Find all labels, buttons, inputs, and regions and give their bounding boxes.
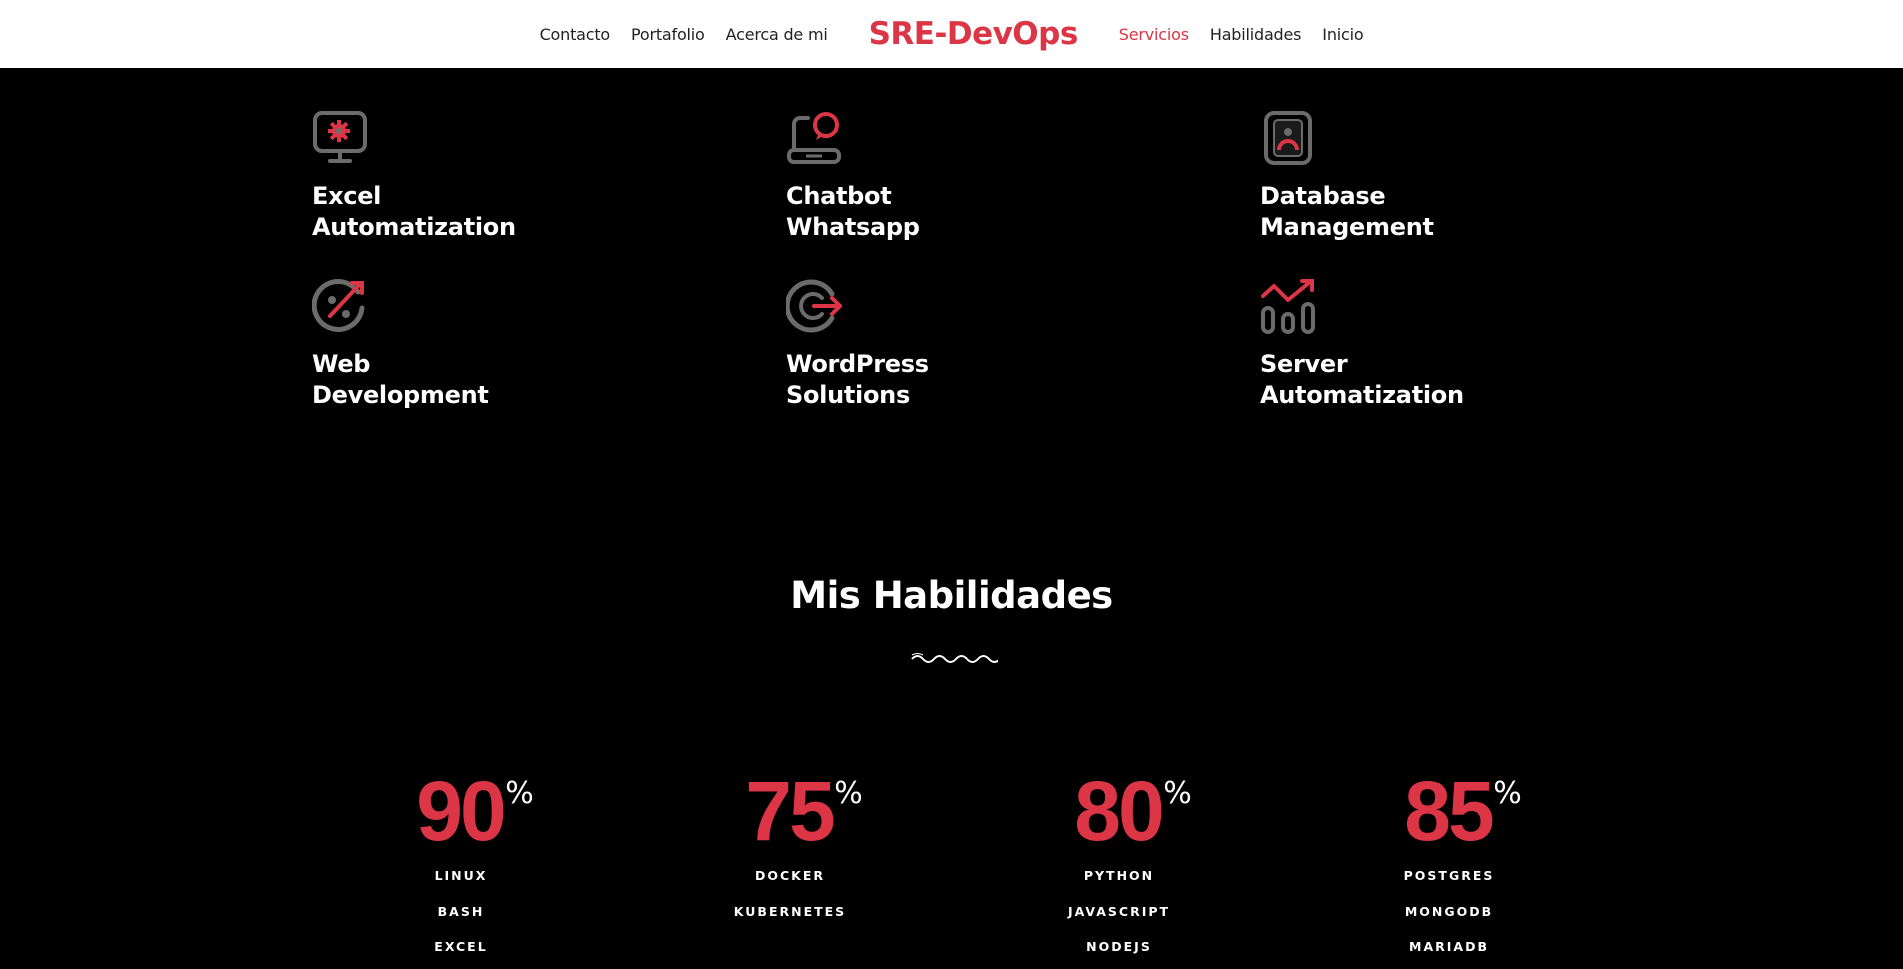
- nav-link-servicios[interactable]: Servicios: [1119, 25, 1189, 44]
- nav-right-group: Servicios Habilidades Inicio: [1119, 25, 1364, 44]
- percent-sign: %: [505, 776, 534, 811]
- user-badge-icon: [1264, 111, 1312, 165]
- skill-item: LINUX: [434, 868, 488, 883]
- percent-sign: %: [1493, 776, 1522, 811]
- skill-column-3: 80 % PYTHON JAVASCRIPT NODEJS: [1018, 768, 1218, 965]
- service-chatbot: Chatbot Whatsapp: [786, 110, 1086, 243]
- skill-item: NODEJS: [1086, 939, 1152, 954]
- service-wordpress: WordPress Solutions: [786, 278, 1086, 411]
- skill-percentage: 80 %: [1074, 768, 1191, 854]
- skill-item: MARIADB: [1409, 939, 1489, 954]
- nav-link-habilidades[interactable]: Habilidades: [1210, 25, 1302, 44]
- skill-percentage-value: 90: [416, 764, 506, 858]
- navbar: Contacto Portafolio Acerca de mi SRE-Dev…: [0, 0, 1903, 68]
- service-title: Web Development: [312, 350, 489, 409]
- skill-item: MONGODB: [1404, 903, 1494, 919]
- service-title: Database Management: [1260, 182, 1434, 241]
- monitor-gear-icon: [313, 111, 367, 163]
- service-server: Server Automatization: [1260, 278, 1560, 411]
- chart-growth-icon: [1261, 279, 1315, 334]
- skill-percentage: 75 %: [745, 768, 862, 854]
- nav-link-portafolio[interactable]: Portafolio: [631, 25, 705, 44]
- percent-badge-icon: [312, 278, 365, 332]
- service-title: Chatbot Whatsapp: [786, 182, 920, 241]
- percent-sign: %: [834, 776, 863, 811]
- wave-divider-icon: [911, 653, 998, 663]
- skill-item: BASH: [437, 903, 485, 919]
- skill-item: PYTHON: [1083, 868, 1155, 883]
- skill-item: DOCKER: [754, 868, 826, 883]
- skill-percentage-value: 80: [1074, 764, 1164, 858]
- skill-item: JAVASCRIPT: [1067, 903, 1171, 919]
- skill-item: POSTGRES: [1403, 868, 1495, 883]
- laptop-chat-icon: [787, 112, 841, 164]
- skill-percentage: 85 %: [1404, 768, 1521, 854]
- service-title: Excel Automatization: [312, 182, 516, 241]
- skill-item: EXCEL: [434, 939, 488, 954]
- nav-link-acerca[interactable]: Acerca de mi: [726, 25, 828, 44]
- service-title: Server Automatization: [1260, 350, 1464, 409]
- service-title: WordPress Solutions: [786, 350, 929, 409]
- target-arrow-icon: [786, 279, 842, 333]
- nav-link-inicio[interactable]: Inicio: [1322, 25, 1363, 44]
- skill-column-4: 85 % POSTGRES MONGODB MARIADB: [1348, 768, 1548, 965]
- service-excel: Excel Automatization: [312, 110, 612, 243]
- nav-link-contacto[interactable]: Contacto: [540, 25, 611, 44]
- service-web: Web Development: [312, 278, 612, 411]
- skills-heading: Mis Habilidades: [790, 574, 1113, 617]
- nav-left-group: Contacto Portafolio Acerca de mi: [540, 25, 828, 44]
- percent-sign: %: [1163, 776, 1192, 811]
- skill-percentage: 90 %: [416, 768, 533, 854]
- skill-column-2: 75 % DOCKER KUBERNETES: [689, 768, 889, 929]
- skill-percentage-value: 75: [745, 764, 835, 858]
- skill-item: KUBERNETES: [733, 903, 847, 919]
- skill-percentage-value: 85: [1404, 764, 1494, 858]
- service-database: Database Management: [1260, 110, 1560, 243]
- brand-logo[interactable]: SRE-DevOps: [869, 16, 1079, 52]
- skill-column-1: 90 % LINUX BASH EXCEL: [360, 768, 560, 965]
